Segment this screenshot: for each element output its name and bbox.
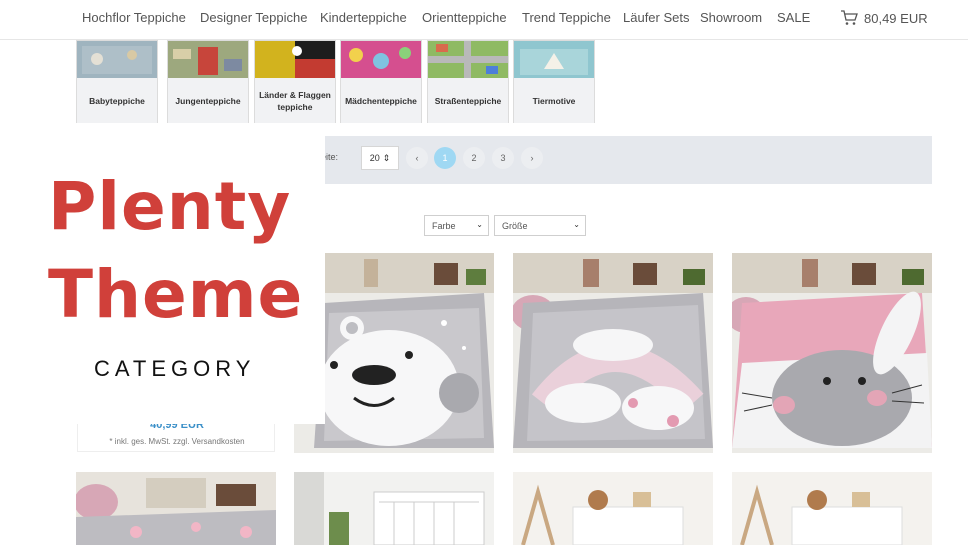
- pagination-next[interactable]: ›: [521, 147, 543, 169]
- product-card-row2-1[interactable]: [76, 472, 276, 545]
- category-tile-jungenteppiche[interactable]: Jungenteppiche: [167, 40, 249, 123]
- chevron-down-icon: ⌄: [476, 220, 483, 229]
- nav-laeufer-sets[interactable]: Läufer Sets: [623, 10, 690, 25]
- nav-trend-teppiche[interactable]: Trend Teppiche: [522, 10, 611, 25]
- category-tile-babyteppiche[interactable]: Babyteppiche: [76, 40, 158, 123]
- per-page-value: 20: [369, 153, 380, 163]
- page-3[interactable]: 3: [492, 147, 514, 169]
- product-card-row2-2[interactable]: [294, 472, 494, 545]
- nav-sale[interactable]: SALE: [777, 10, 810, 25]
- pagination-prev[interactable]: ‹: [406, 147, 428, 169]
- color-filter-label: Farbe: [432, 220, 456, 231]
- pagination-bar: eite: 20 ⇕ ‹ 1 2 3 ›: [286, 136, 932, 184]
- per-page-select[interactable]: 20 ⇕: [361, 146, 399, 170]
- product-card-row2-3[interactable]: [513, 472, 713, 545]
- size-filter-label: Größe: [502, 220, 528, 231]
- category-label: Babyteppiche: [77, 78, 157, 123]
- category-tile-laender-flaggen[interactable]: Länder & Flaggenteppiche: [254, 40, 336, 123]
- nav-hochflor-teppiche[interactable]: Hochflor Teppiche: [82, 10, 186, 25]
- cart-total: 80,49 EUR: [864, 10, 928, 26]
- nav-orientteppiche[interactable]: Orientteppiche: [422, 10, 507, 25]
- product-image: [76, 472, 276, 545]
- category-label: Straßenteppiche: [428, 78, 508, 123]
- category-image: [255, 41, 335, 78]
- category-tile-strassenteppiche[interactable]: Straßenteppiche: [427, 40, 509, 123]
- price-note: * inkl. ges. MwSt. zzgl. Versandkosten: [109, 437, 245, 446]
- page-1[interactable]: 1: [434, 147, 456, 169]
- top-navigation: Hochflor Teppiche Designer Teppiche Kind…: [0, 0, 968, 40]
- cart-icon: [841, 10, 858, 25]
- nav-showroom[interactable]: Showroom: [700, 10, 762, 25]
- product-card-bunny[interactable]: [732, 253, 932, 453]
- category-image: [514, 41, 594, 78]
- nav-designer-teppiche[interactable]: Designer Teppiche: [200, 10, 307, 25]
- category-label: Länder & Flaggenteppiche: [255, 78, 335, 123]
- overlay-title-line1: Plenty: [48, 168, 292, 245]
- product-image: [732, 472, 932, 545]
- size-filter-select[interactable]: Größe ⌄: [494, 215, 586, 236]
- category-image: [428, 41, 508, 78]
- color-filter-select[interactable]: Farbe ⌄: [424, 215, 489, 236]
- product-image-unicorn: [513, 253, 713, 453]
- category-image: [341, 41, 421, 78]
- product-image-bunny: [732, 253, 932, 453]
- page-2[interactable]: 2: [463, 147, 485, 169]
- category-label: Jungenteppiche: [168, 78, 248, 123]
- category-label: Mädchenteppiche: [341, 78, 421, 123]
- product-card-unicorn[interactable]: [513, 253, 713, 453]
- product-card-row2-4[interactable]: [732, 472, 932, 545]
- cart-button[interactable]: 80,49 EUR: [840, 10, 928, 26]
- overlay-subtitle: CATEGORY: [94, 356, 256, 381]
- category-image: [168, 41, 248, 78]
- category-tile-maedchenteppiche[interactable]: Mädchenteppiche: [340, 40, 422, 123]
- category-tile-tiermotive[interactable]: Tiermotive: [513, 40, 595, 123]
- updown-icon: ⇕: [382, 152, 391, 163]
- overlay-title-line2: Theme: [48, 256, 304, 333]
- category-label: Tiermotive: [514, 78, 594, 123]
- theme-overlay: Plenty Theme CATEGORY: [0, 132, 325, 424]
- product-image: [513, 472, 713, 545]
- product-image: [294, 472, 494, 545]
- nav-kinderteppiche[interactable]: Kinderteppiche: [320, 10, 407, 25]
- category-image: [77, 41, 157, 78]
- chevron-down-icon: ⌄: [573, 220, 580, 229]
